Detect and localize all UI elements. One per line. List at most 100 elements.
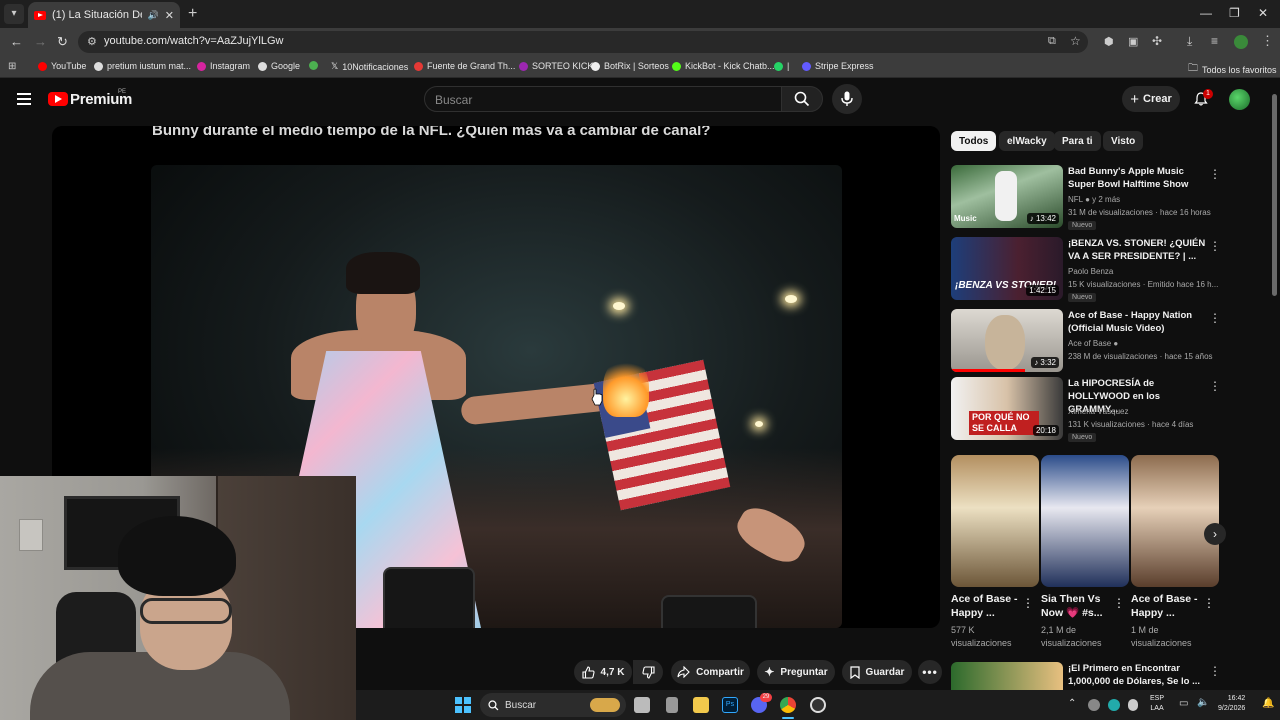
more-options-icon[interactable]: ⋮ (1203, 596, 1215, 610)
youtube-logo-icon[interactable] (48, 92, 68, 106)
chip-elwacky[interactable]: elWacky (999, 131, 1055, 151)
recommendation-item[interactable]: Music ♪ 13:42 Bad Bunny's Apple Music Su… (951, 165, 1251, 231)
more-options-icon[interactable]: ⋮ (1209, 664, 1221, 678)
site-info-icon[interactable]: ⚙ (87, 35, 97, 48)
reading-list-icon[interactable]: ≡ (1211, 34, 1218, 48)
file-explorer-icon[interactable] (693, 697, 709, 713)
short-title[interactable]: Ace of Base - Happy ... (1131, 592, 1211, 620)
ask-button[interactable]: ✦ Preguntar (757, 660, 835, 684)
back-button[interactable]: ← (10, 34, 23, 49)
recommendation-item[interactable]: POR QUÉ NO SE CALLA 20:18 La HIPOCRESÍA … (951, 377, 1251, 443)
bookmark-fuente-gta[interactable]: Fuente de Grand Th... (414, 61, 515, 71)
minimize-button[interactable]: — (1200, 6, 1212, 20)
chip-visto[interactable]: Visto (1103, 131, 1144, 151)
extensions-puzzle-icon[interactable]: ✣ (1152, 34, 1162, 48)
video-thumbnail[interactable]: ♪ 3:32 (951, 309, 1063, 372)
more-actions-button[interactable]: ••• (918, 660, 942, 684)
bookmark-10notificaciones[interactable]: 𝕏 10Notificaciones (331, 61, 408, 72)
clock[interactable]: 16:42 9/2/2026 (1218, 694, 1245, 714)
bookmark-star-icon[interactable]: ☆ (1070, 34, 1081, 48)
menu-hamburger-icon[interactable] (17, 93, 31, 105)
save-button[interactable]: Guardar (842, 660, 912, 684)
extension-icon[interactable]: ▣ (1128, 35, 1138, 48)
bookmark-youtube[interactable]: YouTube (38, 61, 86, 71)
bookmark-puzzle[interactable] (309, 61, 318, 70)
short-title[interactable]: Sia Then Vs Now 💗 #s... (1041, 592, 1121, 620)
channel-name[interactable]: Ximena Vásquez (1068, 407, 1128, 416)
audio-icon[interactable]: 🔊 (148, 10, 159, 21)
tab-search-menu-button[interactable]: ▾ (4, 4, 24, 24)
bookmark-sorteo-kick[interactable]: SORTEO KICK (519, 61, 593, 71)
window-close-button[interactable]: ✕ (1258, 6, 1268, 20)
video-title[interactable]: ¡BENZA VS. STONER! ¿QUIÉN VA A SER PRESI… (1068, 237, 1208, 263)
channel-name[interactable]: Ace of Base ● (1068, 339, 1118, 348)
reload-button[interactable]: ↻ (57, 34, 68, 50)
taskbar-search[interactable]: Buscar (480, 693, 626, 717)
notification-center-icon[interactable]: 🔔 (1262, 698, 1274, 709)
chip-para-ti[interactable]: Para ti (1054, 131, 1101, 151)
short-title[interactable]: Ace of Base - Happy ... (951, 592, 1031, 620)
tray-app-icon[interactable] (1108, 699, 1120, 711)
obs-icon[interactable] (810, 697, 826, 713)
dislike-button[interactable] (633, 660, 663, 684)
short-thumbnail[interactable] (1131, 455, 1219, 587)
input-language[interactable]: ESP LAA (1150, 694, 1164, 714)
start-windows-icon[interactable] (455, 697, 471, 713)
chrome-icon[interactable] (780, 697, 796, 713)
recommendation-item[interactable]: ¡El Primero en Encontrar 1,000,000 de Dó… (951, 662, 1251, 690)
volume-icon[interactable]: 🔈 (1197, 697, 1209, 708)
voice-search-button[interactable] (832, 84, 862, 114)
bookmark-botrix[interactable]: BotRix | Sorteos (591, 61, 669, 71)
bookmark-instagram[interactable]: Instagram (197, 61, 250, 71)
short-thumbnail[interactable] (1041, 455, 1129, 587)
chip-todos[interactable]: Todos (951, 131, 997, 151)
chrome-menu-icon[interactable]: ⋮ (1261, 33, 1274, 49)
short-thumbnail[interactable] (951, 455, 1039, 587)
like-button[interactable]: 4,7 K (574, 660, 632, 684)
bookmark-google[interactable]: Google (258, 61, 300, 71)
shelf-next-button[interactable]: › (1204, 523, 1226, 545)
bookmark-stripe[interactable]: Stripe Express (802, 61, 874, 71)
channel-name[interactable]: Paolo Benza (1068, 267, 1113, 276)
search-button[interactable] (781, 86, 823, 112)
more-options-icon[interactable]: ⋮ (1209, 167, 1221, 181)
microphone-icon[interactable] (1128, 699, 1138, 711)
more-options-icon[interactable]: ⋮ (1113, 596, 1125, 610)
download-icon[interactable]: ⤓ (1187, 34, 1192, 49)
cast-icon[interactable]: ⧉ (1048, 35, 1056, 48)
account-avatar[interactable] (1229, 89, 1250, 110)
bookmark-whatsapp[interactable]: | (774, 61, 789, 71)
bookmark-kickbot[interactable]: KickBot - Kick Chatb... (672, 61, 775, 71)
video-title[interactable]: ¡El Primero en Encontrar 1,000,000 de Dó… (1068, 662, 1208, 688)
video-thumbnail[interactable]: ¡BENZA VS STONER! 1:42:15 (951, 237, 1063, 300)
tab-active[interactable]: (1) La Situación De Bad Bun 🔊 ✕ (28, 2, 180, 28)
search-input[interactable]: Buscar (424, 86, 782, 112)
create-button[interactable]: + Crear (1122, 86, 1180, 112)
extension-icon[interactable]: ⬢ (1104, 35, 1114, 48)
page-scrollbar[interactable] (1272, 94, 1277, 296)
video-thumbnail[interactable]: Music ♪ 13:42 (951, 165, 1063, 228)
video-title[interactable]: Ace of Base - Happy Nation (Official Mus… (1068, 309, 1208, 335)
video-title[interactable]: Bad Bunny's Apple Music Super Bowl Halft… (1068, 165, 1208, 191)
video-thumbnail[interactable]: POR QUÉ NO SE CALLA 20:18 (951, 377, 1063, 440)
more-options-icon[interactable]: ⋮ (1022, 596, 1034, 610)
channel-name[interactable]: NFL ● y 2 más (1068, 195, 1120, 204)
apps-grid-icon[interactable]: ⊞ (8, 61, 16, 72)
share-button[interactable]: Compartir (671, 660, 750, 684)
photoshop-icon[interactable]: Ps (722, 697, 738, 713)
more-options-icon[interactable]: ⋮ (1209, 311, 1221, 325)
new-tab-button[interactable]: + (188, 5, 197, 23)
task-view-icon[interactable] (634, 697, 650, 713)
more-options-icon[interactable]: ⋮ (1209, 239, 1221, 253)
recommendation-item[interactable]: ♪ 3:32 Ace of Base - Happy Nation (Offic… (951, 309, 1251, 375)
video-thumbnail[interactable] (951, 662, 1063, 690)
widget-icon[interactable] (666, 697, 678, 713)
all-bookmarks-folder[interactable]: 🗀 Todos los favoritos (1188, 61, 1277, 78)
network-icon[interactable]: ▭ (1179, 698, 1188, 709)
recommendation-item[interactable]: ¡BENZA VS STONER! 1:42:15 ¡BENZA VS. STO… (951, 237, 1251, 303)
tab-close-icon[interactable]: ✕ (165, 9, 174, 22)
profile-icon[interactable] (1234, 35, 1248, 49)
restore-button[interactable]: ❐ (1229, 6, 1240, 20)
bookmark-pretium[interactable]: pretium iustum mat... (94, 61, 191, 71)
more-options-icon[interactable]: ⋮ (1209, 379, 1221, 393)
